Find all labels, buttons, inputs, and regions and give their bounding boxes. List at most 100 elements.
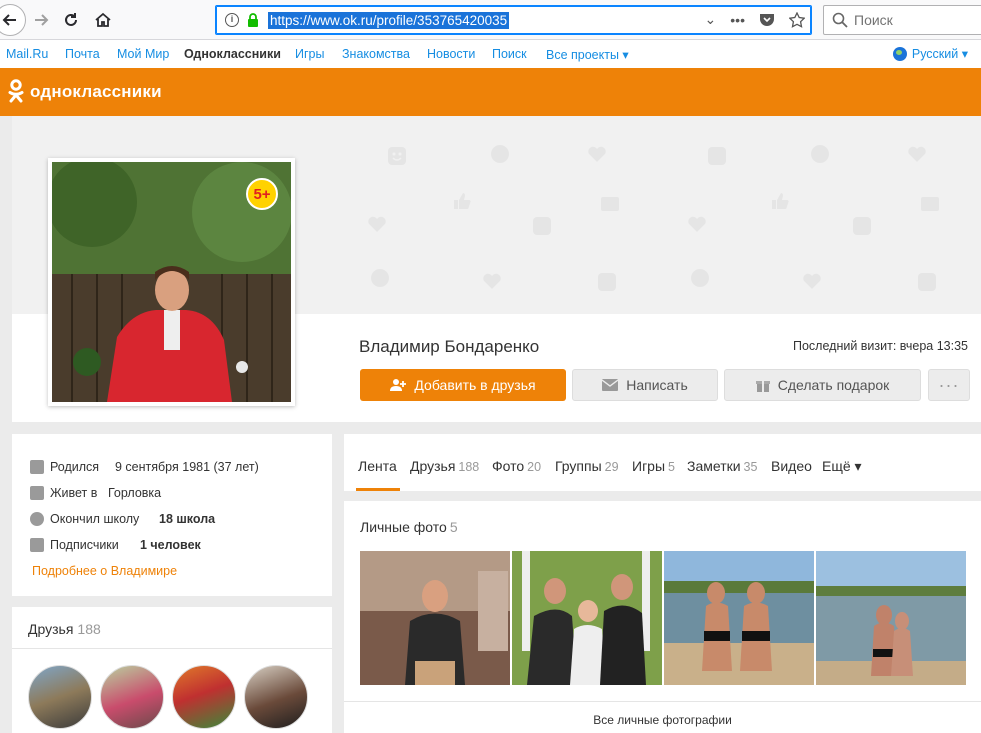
photos-count: 5 bbox=[449, 519, 458, 535]
smiley-icon bbox=[388, 147, 406, 165]
heart-icon bbox=[803, 273, 821, 289]
send-gift-button[interactable]: Сделать подарок bbox=[724, 369, 921, 401]
heart-icon bbox=[688, 216, 706, 232]
nav-odnoklassniki[interactable]: Одноклассники bbox=[184, 47, 281, 61]
age-rating-badge: 5+ bbox=[246, 178, 278, 210]
all-photos-link[interactable]: Все личные фотографии bbox=[344, 713, 981, 727]
globe-icon bbox=[892, 46, 907, 61]
more-dots-icon[interactable]: ••• bbox=[730, 12, 745, 28]
tab-groups[interactable]: Группы 29 bbox=[555, 458, 619, 474]
browser-search-input[interactable] bbox=[854, 11, 974, 29]
rss-icon bbox=[30, 538, 44, 552]
nav-my-world[interactable]: Мой Мир bbox=[117, 47, 169, 61]
heart-icon bbox=[588, 146, 606, 162]
last-visit: Последний визит: вчера 13:35 bbox=[793, 339, 968, 353]
nav-all-projects[interactable]: Все проекты ▾ bbox=[546, 47, 629, 62]
address-bar[interactable]: i https://www.ok.ru/profile/353765420035… bbox=[215, 5, 812, 35]
thumbs-up-icon bbox=[454, 193, 471, 209]
info-label: Окончил школу bbox=[50, 512, 140, 526]
tab-more[interactable]: Ещё ▾ bbox=[822, 458, 862, 475]
smiley-icon bbox=[918, 273, 936, 291]
send-gift-label: Сделать подарок bbox=[777, 377, 890, 393]
nav-mail[interactable]: Почта bbox=[65, 47, 100, 61]
tab-feed[interactable]: Лента bbox=[358, 458, 397, 474]
ok-logo[interactable]: одноклассники bbox=[8, 79, 162, 105]
photos-heading[interactable]: Личные фото 5 bbox=[360, 519, 458, 535]
calendar-icon bbox=[30, 460, 44, 474]
browser-search-box[interactable] bbox=[823, 5, 981, 35]
music-icon bbox=[691, 269, 709, 287]
heart-icon bbox=[483, 273, 501, 289]
language-label: Русский ▾ bbox=[911, 47, 968, 61]
photos-title: Личные фото bbox=[360, 519, 447, 535]
tab-games[interactable]: Игры 5 bbox=[632, 458, 675, 474]
gift-icon bbox=[755, 381, 770, 392]
info-row-subscribers: Подписчики 1 человек bbox=[30, 538, 201, 552]
add-user-icon bbox=[390, 379, 407, 391]
divider bbox=[344, 701, 981, 702]
photo-illustration bbox=[664, 551, 814, 685]
language-selector[interactable]: Русский ▾ bbox=[892, 46, 968, 61]
browser-toolbar: i https://www.ok.ru/profile/353765420035… bbox=[0, 0, 981, 40]
tab-friends[interactable]: Друзья 188 bbox=[410, 458, 479, 474]
heart-icon bbox=[368, 216, 386, 232]
tab-photos[interactable]: Фото 20 bbox=[492, 458, 541, 474]
personal-photos-card: Личные фото 5 Все личные фотографии bbox=[344, 501, 981, 733]
url-text[interactable]: https://www.ok.ru/profile/353765420035 bbox=[268, 12, 510, 29]
about-more-link[interactable]: Подробнее о Владимире bbox=[32, 564, 177, 578]
add-friend-label: Добавить в друзья bbox=[414, 377, 536, 393]
photo-illustration bbox=[512, 551, 662, 685]
heart-icon bbox=[908, 146, 926, 162]
ok-logo-icon bbox=[8, 79, 24, 103]
image-icon bbox=[921, 197, 939, 211]
nav-search[interactable]: Поиск bbox=[492, 47, 527, 61]
info-row-school: Окончил школу 18 школа bbox=[30, 512, 215, 526]
music-icon bbox=[811, 145, 829, 163]
friend-avatar[interactable] bbox=[172, 665, 236, 729]
nav-games[interactable]: Игры bbox=[295, 47, 324, 61]
friend-avatar[interactable] bbox=[100, 665, 164, 729]
info-row-city: Живет в Горловка bbox=[30, 486, 161, 500]
chevron-down-icon[interactable]: ⌄ bbox=[705, 11, 717, 28]
photo-thumbnail[interactable] bbox=[664, 551, 814, 685]
nav-mailru[interactable]: Mail.Ru bbox=[6, 47, 48, 61]
more-actions-button[interactable]: ··· bbox=[928, 369, 970, 401]
back-button[interactable] bbox=[0, 4, 26, 36]
smiley-icon bbox=[533, 217, 551, 235]
pocket-icon[interactable] bbox=[759, 13, 775, 27]
ok-logo-text: одноклассники bbox=[30, 82, 162, 101]
nav-dating[interactable]: Знакомства bbox=[342, 47, 410, 61]
divider bbox=[12, 648, 332, 649]
photo-thumbnail[interactable] bbox=[816, 551, 966, 685]
reload-button[interactable] bbox=[57, 6, 85, 34]
smiley-icon bbox=[708, 147, 726, 165]
info-value[interactable]: 18 школа bbox=[159, 512, 215, 526]
portal-nav: Mail.Ru Почта Мой Мир Одноклассники Игры… bbox=[0, 40, 981, 68]
photo-thumbnail[interactable] bbox=[512, 551, 662, 685]
arrow-left-icon bbox=[2, 14, 16, 26]
friends-count: 188 bbox=[77, 621, 101, 637]
lock-icon[interactable] bbox=[247, 13, 259, 27]
info-value[interactable]: 1 человек bbox=[140, 538, 201, 552]
info-value[interactable]: Горловка bbox=[108, 486, 161, 500]
add-friend-button[interactable]: Добавить в друзья bbox=[360, 369, 566, 401]
friend-avatar[interactable] bbox=[28, 665, 92, 729]
info-icon[interactable]: i bbox=[225, 13, 239, 27]
image-icon bbox=[601, 197, 619, 211]
forward-button[interactable] bbox=[27, 6, 55, 34]
active-tab-indicator bbox=[356, 488, 400, 491]
search-icon bbox=[832, 12, 848, 28]
music-icon bbox=[491, 145, 509, 163]
star-icon[interactable] bbox=[789, 11, 805, 28]
friends-heading[interactable]: Друзья 188 bbox=[28, 621, 101, 637]
profile-tabs: Лента Друзья 188 Фото 20 Группы 29 Игры 5 За… bbox=[344, 434, 981, 491]
write-message-button[interactable]: Написать bbox=[572, 369, 718, 401]
info-label: Подписчики bbox=[50, 538, 119, 552]
nav-news[interactable]: Новости bbox=[427, 47, 475, 61]
ok-header: одноклассники bbox=[0, 68, 981, 116]
photo-thumbnail[interactable] bbox=[360, 551, 510, 685]
home-button[interactable] bbox=[89, 6, 117, 34]
tab-notes[interactable]: Заметки 35 bbox=[687, 458, 757, 474]
tab-video[interactable]: Видео bbox=[771, 458, 812, 474]
friend-avatar[interactable] bbox=[244, 665, 308, 729]
